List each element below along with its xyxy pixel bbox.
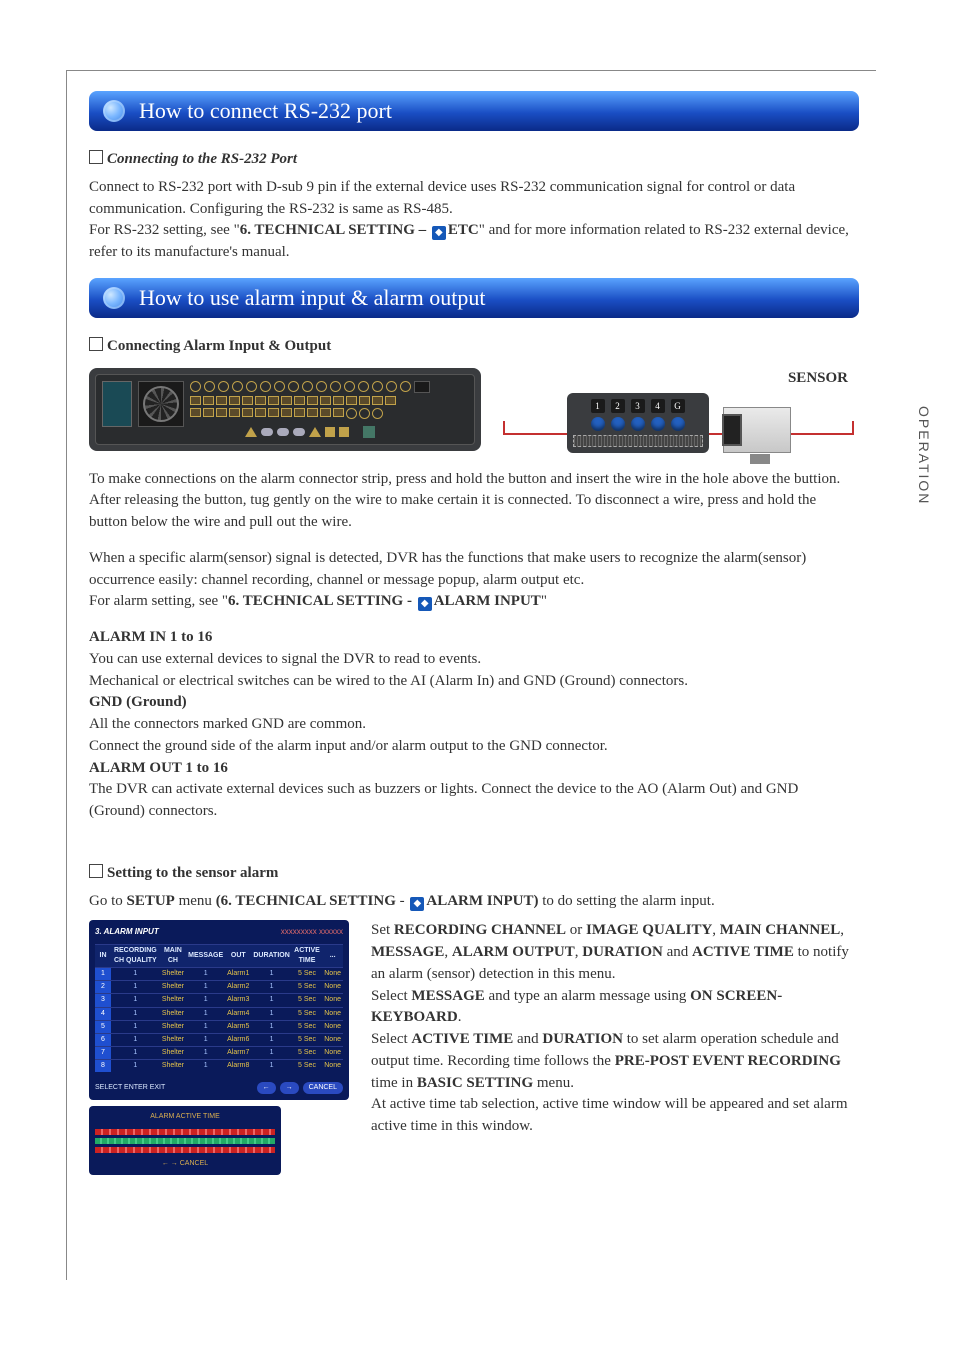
table-row: 71Shelter1Alarm715 SecNone — [95, 1046, 343, 1059]
alarm-ui-brand: xxxxxxxxx xxxxxx — [281, 926, 343, 938]
col-mainch: MAIN CH — [160, 944, 187, 967]
alarm-in-text-2: Mechanical or electrical switches can be… — [89, 671, 854, 693]
table-row: 31Shelter1Alarm315 SecNone — [95, 994, 343, 1007]
rs232-paragraph-2: For RS-232 setting, see "6. TECHNICAL SE… — [89, 220, 854, 264]
dvr-rear-panel-figure — [89, 368, 481, 451]
alarm-ui-btn: CANCEL — [303, 1082, 343, 1094]
alarm-input-ui: 3. ALARM INPUT xxxxxxxxx xxxxxx IN RECOR… — [89, 920, 349, 1100]
sensor-label: SENSOR — [503, 368, 848, 390]
col-in: IN — [95, 944, 111, 967]
table-row: 41Shelter1Alarm415 SecNone — [95, 1007, 343, 1020]
sensor-num: 3 — [631, 399, 645, 413]
table-row: 21Shelter1Alarm215 SecNone — [95, 981, 343, 994]
section-alarm-content: Connecting Alarm Input & Output — [89, 336, 854, 1175]
alarm-ui-btn: → — [280, 1082, 299, 1094]
section-rs232-content: Connecting to the RS-232 Port Connect to… — [89, 149, 854, 264]
alarm-ui-title: 3. ALARM INPUT — [95, 926, 159, 938]
active-time-footer: ← → CANCEL — [95, 1159, 275, 1169]
rs232-paragraph-1: Connect to RS-232 port with D-sub 9 pin … — [89, 177, 854, 221]
side-tab-operation: OPERATION — [916, 406, 932, 505]
settings-text-2: Select MESSAGE and type an alarm message… — [371, 986, 854, 1030]
alarm-paragraph-3: For alarm setting, see "6. TECHNICAL SET… — [89, 591, 854, 613]
heading-rs232: How to connect RS-232 port — [89, 91, 859, 131]
ports-block — [190, 381, 430, 438]
col-active: ACTIVE TIME — [292, 944, 322, 967]
sensor-num: 4 — [651, 399, 665, 413]
gnd-text-1: All the connectors marked GND are common… — [89, 714, 854, 736]
alarm-out-text: The DVR can activate external devices su… — [89, 779, 854, 823]
alarm-paragraph-2: When a specific alarm(sensor) signal is … — [89, 548, 854, 592]
heading-rs232-text: How to connect RS-232 port — [139, 98, 392, 124]
alarm-in-text-1: You can use external devices to signal t… — [89, 649, 854, 671]
alarm-paragraph-1: To make connections on the alarm connect… — [89, 469, 854, 534]
sensor-num: 1 — [591, 399, 605, 413]
alarm-ui-table: IN RECORDING CH QUALITY MAIN CH MESSAGE … — [95, 944, 343, 1072]
col-quality: RECORDING CH QUALITY — [111, 944, 160, 967]
table-row: 81Shelter1Alarm815 SecNone — [95, 1060, 343, 1073]
bullet-icon — [103, 287, 125, 309]
camera-lens-icon — [722, 414, 742, 446]
page-frame: How to connect RS-232 port Connecting to… — [66, 70, 876, 1280]
triangle-icon — [309, 427, 321, 437]
col-out: OUT — [225, 944, 251, 967]
alarm-out-heading: ALARM OUT 1 to 16 — [89, 760, 228, 776]
camera-figure — [723, 407, 791, 453]
table-row: 51Shelter1Alarm515 SecNone — [95, 1020, 343, 1033]
sensor-num: 2 — [611, 399, 625, 413]
psu-icon — [102, 381, 132, 427]
setting-sensor-go-to: Go to SETUP menu (6. TECHNICAL SETTING -… — [89, 891, 854, 913]
alarm-figure-row: SENSOR 1 2 3 4 G — [89, 368, 854, 451]
settings-text-4: At active time tab selection, active tim… — [371, 1094, 854, 1138]
fan-icon — [138, 381, 184, 427]
menu-icon: ◆ — [432, 226, 446, 240]
alarm-in-heading: ALARM IN 1 to 16 — [89, 629, 212, 645]
checkbox-icon — [89, 150, 103, 164]
alarm-active-time-ui: ALARM ACTIVE TIME ← → CANCEL — [89, 1106, 281, 1174]
table-row: 61Shelter1Alarm615 SecNone — [95, 1033, 343, 1046]
col-scroll: ... — [322, 944, 343, 967]
table-row: 11Shelter1Alarm115 SecNone — [95, 968, 343, 981]
checkbox-icon — [89, 864, 103, 878]
heading-alarm: How to use alarm input & alarm output — [89, 278, 859, 318]
sub-setting-sensor: Setting to the sensor alarm — [89, 863, 854, 885]
menu-icon: ◆ — [418, 597, 432, 611]
checkbox-icon — [89, 337, 103, 351]
sub-connecting-alarm: Connecting Alarm Input & Output — [89, 336, 854, 358]
alarm-ui-footer-left: SELECT ENTER EXIT — [95, 1083, 165, 1093]
heading-alarm-text: How to use alarm input & alarm output — [139, 285, 485, 311]
alarm-ui-btn: ← — [257, 1082, 276, 1094]
menu-icon: ◆ — [410, 897, 424, 911]
alarm-settings-text: Set RECORDING CHANNEL or IMAGE QUALITY, … — [371, 920, 854, 1174]
triangle-icon — [245, 427, 257, 437]
settings-text-3: Select ACTIVE TIME and DURATION to set a… — [371, 1029, 854, 1094]
sub-connecting-rs232: Connecting to the RS-232 Port — [89, 149, 854, 171]
gnd-text-2: Connect the ground side of the alarm inp… — [89, 736, 854, 758]
alarm-input-screenshot-column: 3. ALARM INPUT xxxxxxxxx xxxxxx IN RECOR… — [89, 920, 349, 1174]
col-duration: DURATION — [251, 944, 291, 967]
settings-text-1: Set RECORDING CHANNEL or IMAGE QUALITY, … — [371, 920, 854, 985]
sensor-figure: SENSOR 1 2 3 4 G — [503, 368, 854, 451]
gnd-heading: GND (Ground) — [89, 694, 187, 710]
sensor-num: G — [671, 399, 685, 413]
col-message: MESSAGE — [186, 944, 225, 967]
bullet-icon — [103, 100, 125, 122]
sensor-module: 1 2 3 4 G — [567, 393, 709, 453]
active-time-title: ALARM ACTIVE TIME — [95, 1112, 275, 1122]
